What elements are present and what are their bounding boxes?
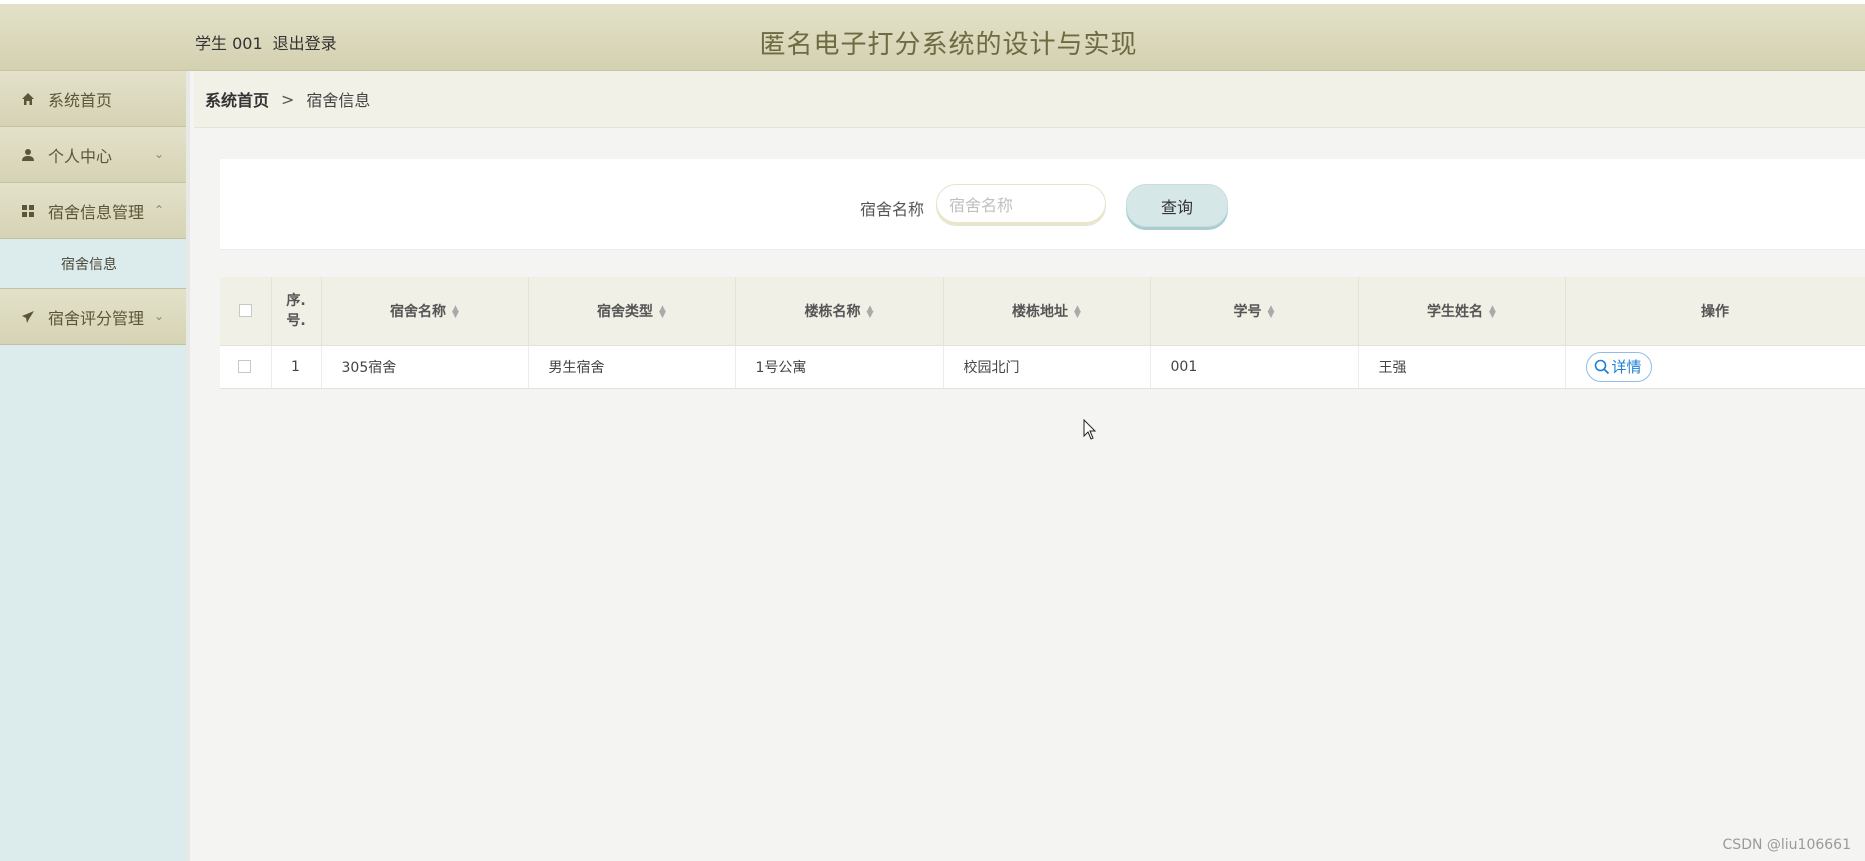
index-header: 序.号. (271, 277, 322, 345)
sort-icon[interactable]: ▲ ▼ (1074, 304, 1081, 319)
chevron-down-icon: ⌄ (153, 309, 164, 323)
row-student-id: 001 (1150, 344, 1359, 389)
row-student-name: 王强 (1358, 344, 1566, 389)
select-all-checkbox[interactable] (238, 304, 252, 318)
student-id-header[interactable]: 学号 ▲ ▼ (1150, 277, 1359, 345)
sidebar-item-label: 宿舍信息管理 (48, 202, 145, 222)
paper-plane-icon (20, 309, 36, 325)
detail-button-label: 详情 (1611, 358, 1642, 376)
breadcrumb-home[interactable]: 系统首页 (205, 87, 269, 111)
table-row: 1 305宿舍 男生宿舍 1号公寓 校园北门 001 王强 详情 (220, 344, 1865, 389)
building-name-header[interactable]: 楼栋名称 ▲ ▼ (735, 277, 944, 345)
sort-icon[interactable]: ▲ ▼ (1489, 304, 1496, 319)
select-all-header (220, 277, 272, 345)
row-checkbox[interactable] (238, 360, 252, 373)
table-header-row: 序.号. 宿舍名称 ▲ ▼ 宿舍类型 ▲ ▼ 楼栋名称 ▲ ▼ 楼栋地址 ▲ ▼ 学号 ▲ ▼ 学生… (220, 277, 1865, 345)
sort-icon[interactable]: ▲ ▼ (1268, 304, 1275, 319)
system-title: 匿名电子打分系统的设计与实现 (759, 30, 1138, 60)
student-name-header[interactable]: 学生姓名 ▲ ▼ (1358, 277, 1566, 345)
sidebar-item-dorm-rating-management[interactable]: 宿舍评分管理 ⌄ (0, 289, 186, 345)
grid-icon (20, 203, 36, 219)
mouse-cursor-icon (1083, 419, 1097, 440)
home-icon (20, 91, 36, 107)
building-address-header[interactable]: 楼栋地址 ▲ ▼ (943, 277, 1151, 345)
sort-icon[interactable]: ▲ ▼ (867, 304, 874, 319)
row-actions: 详情 (1565, 344, 1865, 389)
dorm-type-header[interactable]: 宿舍类型 ▲ ▼ (528, 277, 736, 345)
sidebar-item-personal-center[interactable]: 个人中心 ⌄ (0, 127, 186, 183)
sidebar-item-label: 个人中心 (48, 146, 113, 166)
search-label: 宿舍名称 (860, 200, 925, 219)
search-button[interactable]: 查询 (1126, 184, 1228, 227)
actions-header: 操作 (1565, 277, 1865, 345)
sort-icon[interactable]: ▲ ▼ (659, 304, 666, 319)
sidebar-item-label: 系统首页 (48, 90, 113, 110)
dorm-info-table: 序.号. 宿舍名称 ▲ ▼ 宿舍类型 ▲ ▼ 楼栋名称 ▲ ▼ 楼栋地址 ▲ ▼ 学号 ▲ ▼ 学生… (220, 277, 1865, 389)
breadcrumb-current: 宿舍信息 (306, 91, 371, 110)
watermark: CSDN @liu106661 (1722, 837, 1851, 853)
row-dorm-name: 305宿舍 (321, 344, 529, 389)
chevron-up-icon: ⌃ (153, 203, 164, 217)
row-dorm-type: 男生宿舍 (528, 344, 736, 389)
sort-icon[interactable]: ▲ ▼ (452, 304, 459, 319)
breadcrumb-separator: > (281, 89, 295, 109)
row-index: 1 (271, 344, 322, 389)
top-header: 学生 001 退出登录 匿名电子打分系统的设计与实现 (0, 0, 1865, 71)
breadcrumb: 系统首页 > 宿舍信息 (194, 71, 1865, 128)
sidebar-subitem-dorm-info[interactable]: 宿舍信息 (0, 239, 186, 289)
sidebar-item-dorm-info-management[interactable]: 宿舍信息管理 ⌃ (0, 183, 186, 239)
sidebar-item-home[interactable]: 系统首页 (0, 71, 186, 127)
search-panel: 宿舍名称 查询 (220, 159, 1865, 250)
row-building-address: 校园北门 (943, 344, 1151, 389)
detail-button[interactable]: 详情 (1585, 351, 1652, 382)
search-icon (1594, 359, 1609, 374)
chevron-down-icon: ⌄ (153, 147, 164, 161)
dorm-name-header[interactable]: 宿舍名称 ▲ ▼ (321, 277, 529, 345)
row-building-name: 1号公寓 (735, 344, 944, 389)
user-icon (20, 147, 36, 163)
dorm-name-search-input[interactable] (936, 184, 1106, 226)
sidebar-item-label: 宿舍评分管理 (48, 308, 145, 328)
sidebar: 系统首页 个人中心 ⌄ 宿舍信息管理 ⌃ 宿舍信息 宿舍评分管理 ⌄ (0, 71, 190, 861)
row-select-cell (220, 344, 272, 389)
